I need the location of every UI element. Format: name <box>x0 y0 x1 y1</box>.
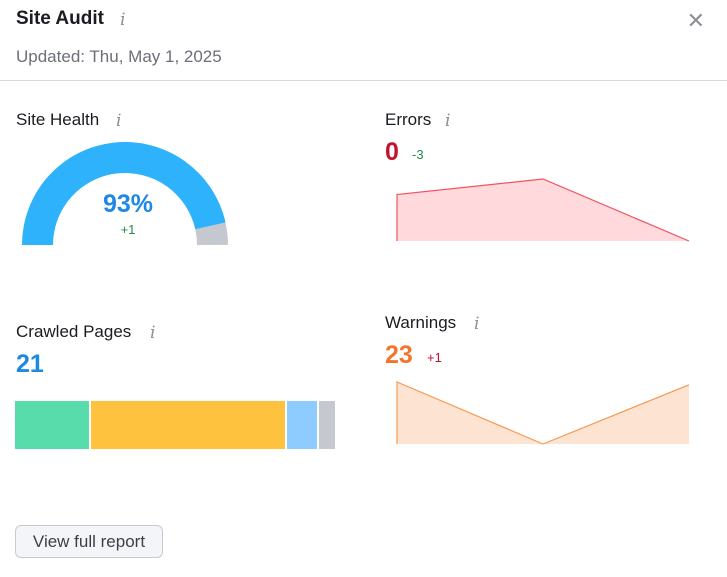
warnings-trend-area <box>397 382 689 444</box>
distribution-segment-blocked[interactable] <box>318 401 335 449</box>
distribution-segment-redirects[interactable] <box>286 401 317 449</box>
errors-delta: -3 <box>412 147 424 162</box>
warnings-trend-chart <box>396 381 690 445</box>
crawled-pages-distribution-bar <box>15 401 335 449</box>
warnings-info-icon[interactable]: i <box>474 314 479 334</box>
title-info-icon[interactable]: i <box>120 10 125 30</box>
warnings-value[interactable]: 23 <box>385 341 413 370</box>
distribution-segment-broken[interactable] <box>90 401 285 449</box>
errors-value[interactable]: 0 <box>385 138 399 167</box>
view-full-report-button[interactable]: View full report <box>15 525 163 558</box>
header-divider <box>0 80 727 81</box>
errors-label: Errors <box>385 110 432 129</box>
warnings-label: Warnings <box>385 313 457 332</box>
crawled-pages-info-icon[interactable]: i <box>150 323 155 343</box>
widget-title: Site Audit <box>16 8 104 29</box>
site-health-value: 93% <box>102 190 154 218</box>
site-health-label: Site Health <box>16 110 100 129</box>
errors-trend-area <box>397 179 689 241</box>
crawled-pages-label: Crawled Pages <box>16 322 132 341</box>
errors-trend-chart <box>396 178 690 242</box>
errors-info-icon[interactable]: i <box>445 111 450 131</box>
close-icon[interactable]: ✕ <box>687 8 705 34</box>
site-health-delta: +1 <box>120 222 136 237</box>
site-health-info-icon[interactable]: i <box>116 111 121 131</box>
crawled-pages-value[interactable]: 21 <box>16 350 44 379</box>
warnings-delta: +1 <box>427 350 442 365</box>
distribution-segment-healthy[interactable] <box>15 401 89 449</box>
updated-timestamp: Updated: Thu, May 1, 2025 <box>16 47 222 66</box>
